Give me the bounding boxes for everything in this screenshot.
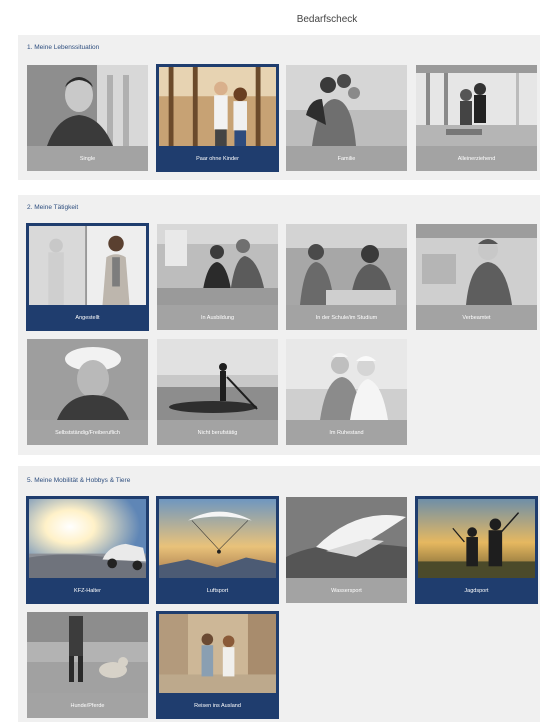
card-reisen-ins-ausland[interactable]: Reisen ins Ausland [156,611,279,719]
section-title: 5. Meine Mobilität & Hobbys & Tiere [27,477,131,484]
page-title: Bedarfscheck [296,14,358,25]
car-photo [27,497,148,578]
section-title: 1. Meine Lebenssituation [27,44,100,51]
card-label: Wassersport [286,578,407,603]
self-employed-photo [27,339,148,420]
card-label: Alleinerziehend [416,146,537,171]
card-label: Jagdsport [416,578,537,603]
travel-photo [157,612,278,693]
card-alleinerziehend[interactable]: Alleinerziehend [416,65,537,171]
couple-photo [157,65,278,146]
card-label: Hunde/Pferde [27,693,148,718]
not-working-photo [157,339,278,420]
dog-walk-photo [27,612,148,693]
card-jagdsport[interactable]: Jagdsport [415,496,538,604]
section-mobilitaet-hobbys-tiere: 5. Meine Mobilität & Hobbys & Tiere KFZ-… [18,466,540,722]
card-ruhestand[interactable]: Im Ruhestand [286,339,407,445]
card-angestellt[interactable]: Angestellt [26,223,149,331]
card-label: Nicht berufstätig [157,420,278,445]
single-photo [27,65,148,146]
card-label: Luftsport [157,578,278,603]
card-selbststaendig[interactable]: Selbstständig/Freiberuflich [27,339,148,445]
card-label: Reisen ins Ausland [157,693,278,718]
card-label: Im Ruhestand [286,420,407,445]
card-familie[interactable]: Familie [286,65,407,171]
card-label: Selbstständig/Freiberuflich [27,420,148,445]
section-title: 2. Meine Tätigkeit [27,204,79,211]
retired-photo [286,339,407,420]
card-verbeamtet[interactable]: Verbeamtet [416,224,537,330]
card-label: KFZ-Halter [27,578,148,603]
card-luftsport[interactable]: Luftsport [156,496,279,604]
student-photo [286,224,407,305]
paraglider-photo [157,497,278,578]
card-single[interactable]: Single [27,65,148,171]
card-kfz-halter[interactable]: KFZ-Halter [26,496,149,604]
card-label: Paar ohne Kinder [157,146,278,171]
single-parent-photo [416,65,537,146]
hunters-photo [416,497,537,578]
family-photo [286,65,407,146]
card-label: Single [27,146,148,171]
card-label: Angestellt [27,305,148,330]
card-wassersport[interactable]: Wassersport [286,497,407,603]
speedboat-photo [286,497,407,578]
apprentice-photo [157,224,278,305]
employee-photo [27,224,148,305]
card-nicht-berufstaetig[interactable]: Nicht berufstätig [157,339,278,445]
card-hunde-pferde[interactable]: Hunde/Pferde [27,612,148,718]
card-paar-ohne-kinder[interactable]: Paar ohne Kinder [156,64,279,172]
card-label: In Ausbildung [157,305,278,330]
section-taetigkeit: 2. Meine Tätigkeit Angestellt In Ausbild… [18,195,540,455]
card-in-ausbildung[interactable]: In Ausbildung [157,224,278,330]
section-lebenssituation: 1. Meine Lebenssituation Single Paar ohn… [18,35,540,180]
civil-servant-photo [416,224,537,305]
card-label: Familie [286,146,407,171]
card-label: In der Schule/im Studium [286,305,407,330]
card-label: Verbeamtet [416,305,537,330]
card-schule-studium[interactable]: In der Schule/im Studium [286,224,407,330]
